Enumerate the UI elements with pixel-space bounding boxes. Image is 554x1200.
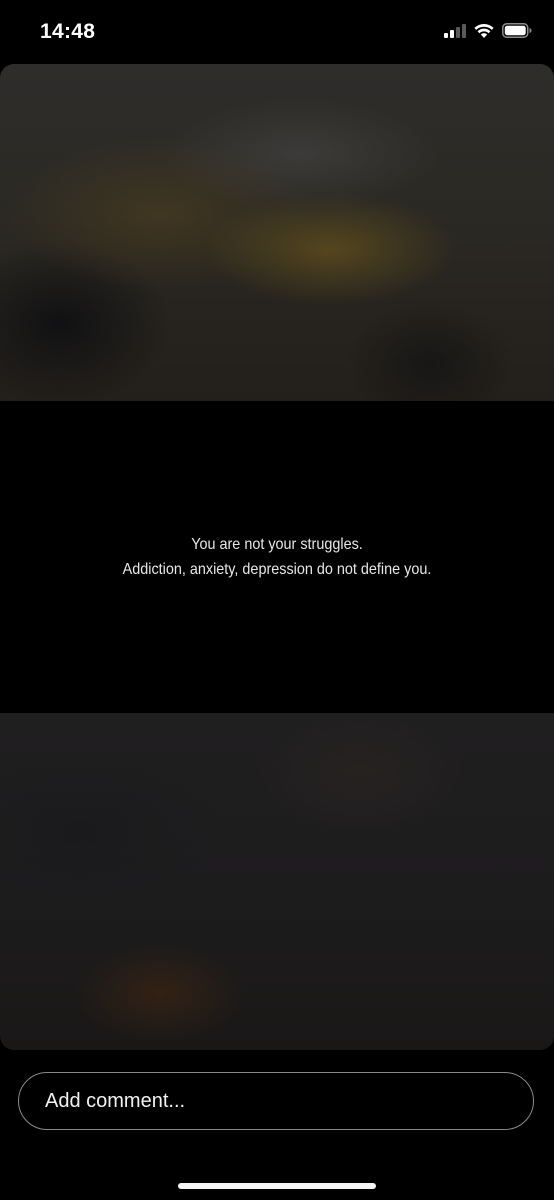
cellular-signal-icon (444, 23, 466, 43)
blurred-background-top (0, 64, 554, 401)
status-time: 14:48 (40, 20, 96, 43)
wifi-icon (474, 23, 494, 43)
comment-input[interactable]: Add comment... (18, 1072, 534, 1130)
comment-placeholder: Add comment... (45, 1089, 186, 1112)
home-indicator[interactable] (178, 1183, 376, 1189)
quote-line-2: Addiction, anxiety, depression do not de… (122, 561, 432, 578)
battery-icon (502, 23, 532, 43)
story-quote: You are not your struggles. Addiction, a… (28, 401, 527, 713)
status-icons (444, 22, 532, 44)
story-card[interactable]: You are not your struggles. Addiction, a… (0, 64, 554, 1050)
blurred-background-bottom (0, 713, 554, 1050)
status-bar: 14:48 (0, 0, 554, 64)
quote-line-1: You are not your struggles. (191, 536, 363, 553)
